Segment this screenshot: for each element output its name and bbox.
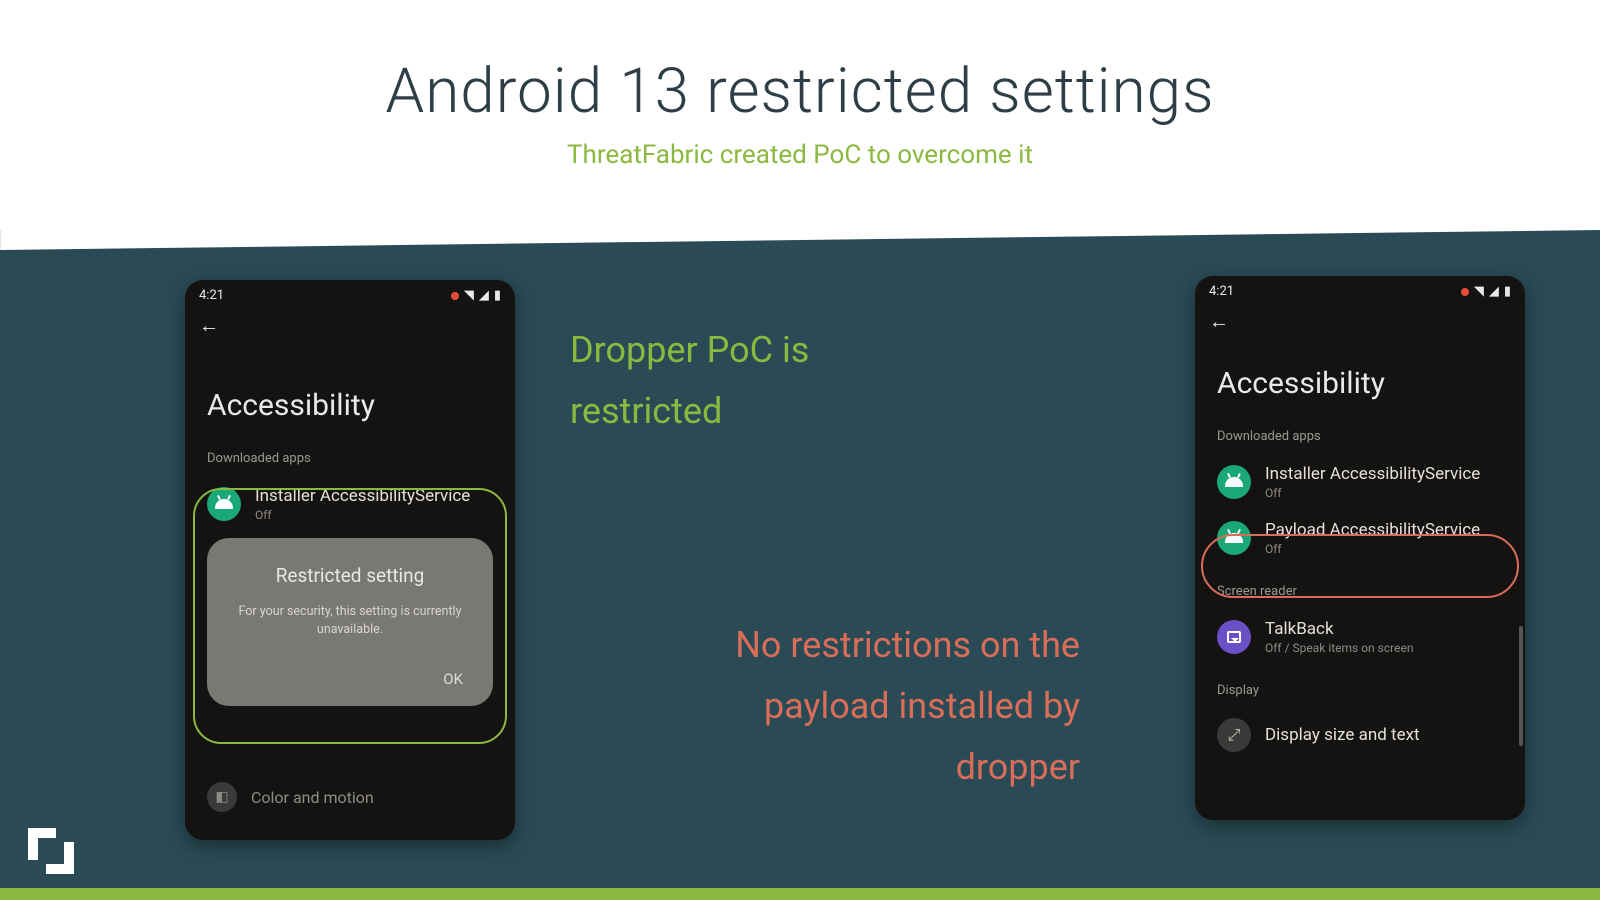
phone-right: 4:21 ◥ ◢ ▮ ← Accessibility Downloaded ap… <box>1195 276 1525 820</box>
status-bar: 4:21 ◥ ◢ ▮ <box>185 280 515 307</box>
scroll-indicator <box>1519 626 1523 746</box>
page-title: Accessibility <box>185 340 515 433</box>
slide-subtitle: ThreatFabric created PoC to overcome it <box>0 140 1600 170</box>
talkback-name: TalkBack <box>1265 619 1413 639</box>
row-color-and-motion[interactable]: ◧ Color and motion <box>185 772 515 822</box>
phone-left: 4:21 ◥ ◢ ▮ ← Accessibility Downloaded ap… <box>185 280 515 840</box>
section-downloaded-apps: Downloaded apps <box>185 433 515 476</box>
status-icons: ◥ ◢ ▮ <box>1461 284 1511 299</box>
wifi-icon: ◥ <box>1474 284 1484 299</box>
threatfabric-logo <box>28 828 74 874</box>
android-app-icon <box>207 487 241 521</box>
display-size-icon: ⤢ <box>1217 718 1251 752</box>
palette-icon: ◧ <box>207 782 237 812</box>
restricted-setting-dialog: Restricted setting For your security, th… <box>207 538 493 706</box>
section-display: Display <box>1195 665 1525 708</box>
app-state: Off <box>255 508 470 522</box>
status-icons: ◥ ◢ ▮ <box>451 288 501 303</box>
cell-signal-icon: ◢ <box>479 288 489 303</box>
slide-title: Android 13 restricted settings <box>0 55 1600 128</box>
status-bar: 4:21 ◥ ◢ ▮ <box>1195 276 1525 303</box>
app-row-installer[interactable]: Installer AccessibilityService Off <box>1195 454 1525 510</box>
recording-dot-icon <box>451 292 459 300</box>
annotation-restricted: Dropper PoC is restricted <box>570 320 870 442</box>
dialog-title: Restricted setting <box>229 564 471 587</box>
row-talkback[interactable]: TalkBack Off / Speak items on screen <box>1195 609 1525 665</box>
section-screen-reader: Screen reader <box>1195 566 1525 609</box>
row-label: Display size and text <box>1265 725 1420 745</box>
slide-header: Android 13 restricted settings ThreatFab… <box>0 0 1600 230</box>
app-state: Off <box>1265 542 1480 556</box>
battery-icon: ▮ <box>494 288 501 303</box>
back-button[interactable]: ← <box>1195 303 1525 336</box>
app-name: Payload AccessibilityService <box>1265 520 1480 540</box>
status-time: 4:21 <box>199 288 224 303</box>
row-display-size[interactable]: ⤢ Display size and text <box>1195 708 1525 762</box>
talkback-icon <box>1217 620 1251 654</box>
talkback-state: Off / Speak items on screen <box>1265 641 1413 655</box>
bottom-accent-stripe <box>0 888 1600 900</box>
back-button[interactable]: ← <box>185 307 515 340</box>
dialog-body: For your security, this setting is curre… <box>229 603 471 638</box>
android-app-icon <box>1217 521 1251 555</box>
app-name: Installer AccessibilityService <box>1265 464 1480 484</box>
section-downloaded-apps: Downloaded apps <box>1195 411 1525 454</box>
battery-icon: ▮ <box>1504 284 1511 299</box>
app-row-payload[interactable]: Payload AccessibilityService Off <box>1195 510 1525 566</box>
recording-dot-icon <box>1461 288 1469 296</box>
dialog-ok-button[interactable]: OK <box>435 666 471 692</box>
row-label: Color and motion <box>251 788 374 807</box>
annotation-unrestricted: No restrictions on the payload installed… <box>700 615 1080 799</box>
status-time: 4:21 <box>1209 284 1234 299</box>
wifi-icon: ◥ <box>464 288 474 303</box>
android-app-icon <box>1217 465 1251 499</box>
app-row-installer[interactable]: Installer AccessibilityService Off <box>185 476 515 532</box>
cell-signal-icon: ◢ <box>1489 284 1499 299</box>
app-state: Off <box>1265 486 1480 500</box>
app-name: Installer AccessibilityService <box>255 486 470 506</box>
page-title: Accessibility <box>1195 336 1525 411</box>
